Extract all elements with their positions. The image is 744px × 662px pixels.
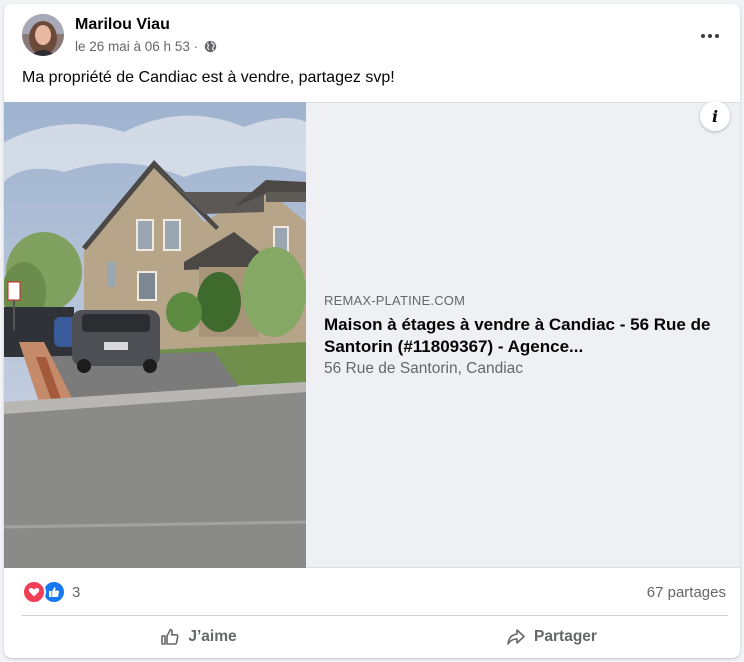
divider (22, 615, 728, 616)
reactions-summary[interactable]: 3 (22, 580, 80, 604)
more-options-button[interactable] (692, 18, 728, 54)
like-label: J’aime (188, 628, 237, 645)
reaction-count: 3 (72, 583, 81, 601)
link-preview-image[interactable] (4, 102, 306, 568)
link-title[interactable]: Maison à étages à vendre à Candiac - 56 … (324, 314, 724, 358)
post-meta: le 26 mai à 06 h 53 · (75, 39, 217, 54)
info-icon[interactable]: i (700, 101, 730, 131)
thumbs-up-icon (161, 628, 179, 645)
avatar[interactable] (22, 14, 64, 56)
link-preview[interactable]: i REMAX-PLATINE.COM Maison à étages à ve… (4, 101, 740, 568)
link-preview-info[interactable]: i REMAX-PLATINE.COM Maison à étages à ve… (306, 101, 740, 568)
link-domain: REMAX-PLATINE.COM (324, 293, 466, 308)
globe-icon (204, 40, 217, 53)
post-text: Ma propriété de Candiac est à vendre, pa… (22, 69, 395, 86)
love-icon (22, 580, 46, 604)
post-card: Marilou Viau le 26 mai à 06 h 53 · Ma pr… (4, 4, 740, 658)
share-label: Partager (534, 628, 597, 645)
link-description: 56 Rue de Santorin, Candiac (324, 360, 524, 377)
share-icon (507, 629, 525, 645)
author-name[interactable]: Marilou Viau (75, 16, 170, 34)
like-button[interactable]: J’aime (22, 619, 375, 655)
share-button[interactable]: Partager (375, 619, 728, 655)
post-timestamp[interactable]: le 26 mai à 06 h 53 · (75, 39, 198, 54)
shares-count[interactable]: 67 partages (647, 584, 726, 601)
action-bar: J’aime Partager (22, 619, 728, 655)
